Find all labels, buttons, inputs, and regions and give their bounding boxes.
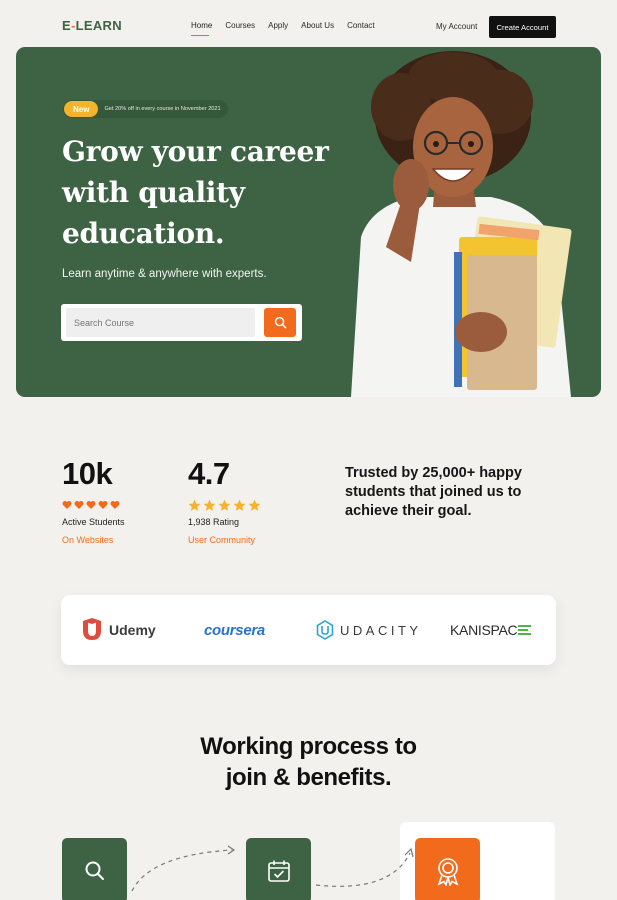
nav-about-us[interactable]: About Us <box>301 21 334 30</box>
promo-text: Get 20% off in every course in November … <box>104 106 221 112</box>
nav-courses[interactable]: Courses <box>225 21 255 30</box>
star-icon <box>188 499 201 511</box>
star-icon <box>203 499 216 511</box>
star-icon <box>218 499 231 511</box>
partner-coursera[interactable]: coursera <box>204 595 265 665</box>
search-icon <box>274 316 286 329</box>
award-icon <box>437 857 458 886</box>
nav-apply[interactable]: Apply <box>268 21 288 30</box>
promo-pill[interactable]: New Get 20% off in every course in Novem… <box>63 100 228 118</box>
heart-icon <box>110 501 120 509</box>
star-icon <box>233 499 246 511</box>
partner-udacity[interactable]: UDACITY <box>316 595 422 665</box>
step-search[interactable] <box>62 838 127 900</box>
stat-students-value: 10k <box>62 456 113 491</box>
process-title-line-1: Working process to <box>200 733 417 760</box>
nav-home[interactable]: Home <box>191 21 212 36</box>
step-certificate[interactable] <box>415 838 480 900</box>
main-menu: Home Courses Apply About Us Contact <box>191 21 375 36</box>
course-search <box>61 304 302 341</box>
udacity-logo-icon <box>316 620 334 640</box>
stat-rating-label: 1,938 Rating <box>188 517 240 527</box>
stat-students-label: Active Students <box>62 517 125 527</box>
kanispace-mark-icon <box>518 625 532 635</box>
partner-udemy-name: Udemy <box>109 622 156 638</box>
stat-students-link[interactable]: On Websites <box>62 535 113 545</box>
partner-kanispace[interactable]: KANISPAC <box>450 595 532 665</box>
top-nav: E-LEARN Home Courses Apply About Us Cont… <box>0 0 617 52</box>
partner-udacity-name: UDACITY <box>340 622 422 638</box>
logo[interactable]: E-LEARN <box>62 18 122 33</box>
search-icon <box>85 861 104 880</box>
star-icon <box>248 499 261 511</box>
partner-coursera-name: coursera <box>204 621 265 639</box>
heart-icon <box>98 501 108 509</box>
headline-line-1: Grow your career <box>62 135 329 168</box>
partner-kanispace-name: KANISPAC <box>450 622 518 638</box>
calendar-check-icon <box>267 860 290 882</box>
nav-contact[interactable]: Contact <box>347 21 375 30</box>
heart-icon <box>86 501 96 509</box>
stat-students-stars <box>62 500 120 510</box>
student-photo <box>351 51 572 397</box>
partner-logos: Udemy coursera UDACITY KANISPAC <box>61 595 556 665</box>
heart-icon <box>74 501 84 509</box>
stat-rating-link[interactable]: User Community <box>188 535 255 545</box>
headline-line-2: with quality <box>62 176 245 209</box>
process-title: Working process to join & benefits. <box>150 731 467 793</box>
create-account-button[interactable]: Create Account <box>489 16 556 38</box>
process-title-line-2: join & benefits. <box>225 764 392 791</box>
hero-headline: Grow your career with quality education. <box>62 131 342 254</box>
trust-statement: Trusted by 25,000+ happy students that j… <box>345 465 522 519</box>
my-account-link[interactable]: My Account <box>436 22 477 31</box>
partner-udemy[interactable]: Udemy <box>79 595 156 665</box>
step-schedule[interactable] <box>246 838 311 900</box>
udemy-logo-icon <box>83 618 101 640</box>
search-course-input[interactable] <box>66 308 255 337</box>
hero-banner: New Get 20% off in every course in Novem… <box>16 47 601 397</box>
stat-rating-value: 4.7 <box>188 456 230 491</box>
new-badge: New <box>64 101 99 117</box>
stat-rating-stars <box>188 499 261 512</box>
heart-icon <box>62 501 72 509</box>
hero-subtitle: Learn anytime & anywhere with experts. <box>62 268 267 280</box>
search-button[interactable] <box>264 308 296 337</box>
headline-line-3: education. <box>62 217 225 250</box>
